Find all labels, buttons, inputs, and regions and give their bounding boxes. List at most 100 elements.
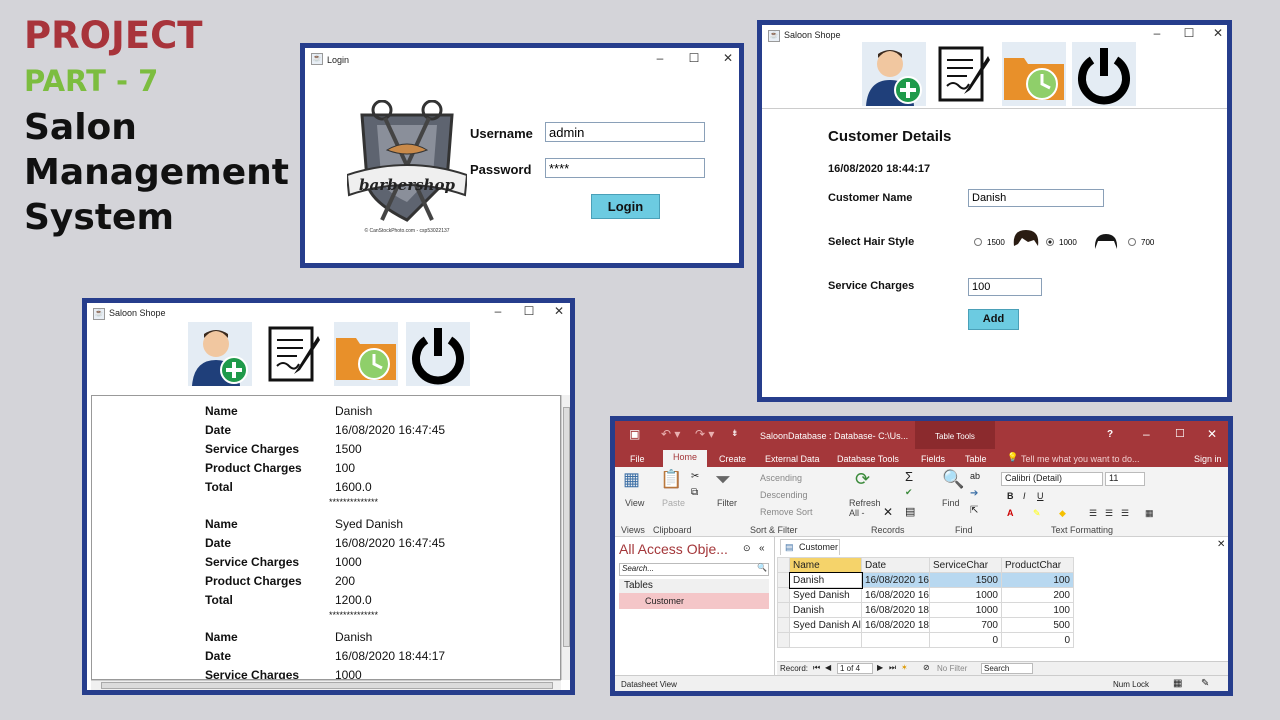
scroll-thumb[interactable]	[563, 407, 570, 647]
close-button[interactable]: ✕	[544, 304, 570, 318]
minimize-button[interactable]: –	[645, 51, 675, 65]
column-header[interactable]: Date	[861, 557, 930, 573]
tab-external-data[interactable]: External Data	[765, 454, 820, 464]
bold-button[interactable]: B	[1007, 491, 1014, 501]
filter-icon[interactable]: ⏷	[715, 469, 731, 492]
save-icon[interactable]: ▣	[629, 427, 640, 441]
tab-home[interactable]: Home	[663, 450, 707, 467]
gridlines-icon[interactable]: ▦	[1145, 508, 1154, 519]
radio-1000[interactable]	[1046, 238, 1054, 246]
next-record-button[interactable]: ▶	[877, 663, 883, 672]
table-cell[interactable]: 16/08/2020 18	[861, 617, 930, 633]
select-icon[interactable]: ⇱	[970, 505, 978, 516]
maximize-button[interactable]: ☐	[679, 51, 709, 65]
paste-button[interactable]: Paste	[662, 498, 685, 508]
minimize-button[interactable]: –	[1142, 26, 1172, 40]
find-button[interactable]: Find	[942, 498, 960, 508]
table-cell[interactable]: 1000	[929, 602, 1002, 618]
table-cell[interactable]: 1500	[929, 572, 1002, 588]
row-selector[interactable]	[777, 617, 790, 633]
goto-icon[interactable]: ➔	[970, 488, 978, 499]
table-cell[interactable]: 200	[1001, 587, 1074, 603]
row-selector[interactable]	[777, 602, 790, 618]
radio-700[interactable]	[1128, 238, 1136, 246]
maximize-button[interactable]: ☐	[1175, 427, 1185, 440]
fill-color-button[interactable]: ◆	[1059, 508, 1066, 519]
delete-icon[interactable]: ✕	[883, 505, 893, 519]
redo-icon[interactable]: ↷ ▾	[695, 427, 714, 441]
sign-in-link[interactable]: Sign in	[1194, 454, 1222, 464]
cut-icon[interactable]: ✂	[691, 471, 699, 482]
descending-button[interactable]: Descending	[760, 490, 808, 500]
table-row[interactable]: Danish 16/08/2020 18 1000 100	[777, 602, 1074, 618]
last-record-button[interactable]: ⏭	[889, 663, 896, 673]
table-cell[interactable]: 0	[929, 632, 1002, 648]
no-filter-label[interactable]: No Filter	[937, 664, 967, 673]
highlight-button[interactable]: ✎	[1033, 508, 1041, 519]
filter-button[interactable]: Filter	[717, 498, 737, 508]
paste-icon[interactable]: 📋	[660, 469, 682, 490]
table-cell[interactable]: Danish	[789, 602, 862, 618]
horizontal-scrollbar[interactable]	[91, 680, 561, 690]
nav-search[interactable]: Search...	[619, 563, 769, 576]
scroll-thumb[interactable]	[101, 682, 553, 689]
table-cell[interactable]: 0	[1001, 632, 1074, 648]
datasheet-view-icon[interactable]: ▦	[1173, 678, 1182, 689]
qat-icon[interactable]: ⇟	[731, 428, 739, 439]
column-header[interactable]: ProductChar	[1001, 557, 1074, 573]
new-record-button[interactable]: ✶	[901, 663, 908, 672]
table-row[interactable]: 00	[777, 632, 1074, 648]
remove-sort-button[interactable]: Remove Sort	[760, 507, 813, 517]
add-customer-icon[interactable]	[862, 42, 926, 106]
replace-icon[interactable]: ab	[970, 471, 980, 481]
underline-button[interactable]: U	[1037, 491, 1044, 501]
totals-icon[interactable]: Σ	[905, 469, 913, 484]
row-selector-header[interactable]	[777, 557, 790, 573]
undo-icon[interactable]: ↶ ▾	[661, 427, 680, 441]
table-row[interactable]: Syed Danish Al 16/08/2020 18 700 500	[777, 617, 1074, 633]
hairstyle-1-icon[interactable]	[1010, 228, 1042, 256]
hairstyle-2-icon[interactable]	[1092, 231, 1120, 255]
table-row[interactable]: Danish 16/08/2020 16 1500 100	[777, 571, 1074, 589]
power-icon[interactable]	[1072, 42, 1136, 106]
power-icon[interactable]	[406, 322, 470, 386]
column-header[interactable]: Name	[789, 557, 862, 573]
maximize-button[interactable]: ☐	[514, 304, 544, 318]
size-select[interactable]: 11	[1105, 472, 1145, 486]
customer-tab[interactable]: ▤ Customer	[780, 539, 840, 555]
tell-me-input[interactable]: Tell me what you want to do...	[1021, 454, 1140, 464]
table-cell[interactable]	[861, 632, 930, 648]
find-icon[interactable]: 🔍	[942, 469, 964, 490]
row-selector[interactable]	[777, 587, 790, 603]
table-cell[interactable]: 700	[929, 617, 1002, 633]
nav-menu-icon[interactable]: ⊙	[743, 543, 751, 554]
maximize-button[interactable]: ☐	[1174, 26, 1204, 40]
invoice-icon[interactable]	[262, 322, 326, 386]
view-button[interactable]: View	[625, 498, 644, 508]
tab-database-tools[interactable]: Database Tools	[837, 454, 899, 464]
help-button[interactable]: ?	[1107, 429, 1113, 440]
nav-collapse-icon[interactable]: «	[759, 543, 765, 554]
first-record-button[interactable]: ⏮	[813, 663, 820, 673]
vertical-scrollbar[interactable]	[561, 395, 570, 680]
table-cell[interactable]: 16/08/2020 16	[861, 572, 930, 588]
login-button[interactable]: Login	[591, 194, 660, 219]
spelling-icon[interactable]: ✔	[905, 487, 913, 498]
history-folder-icon[interactable]	[1002, 42, 1066, 106]
align-right-icon[interactable]: ☰	[1121, 508, 1129, 519]
tab-fields[interactable]: Fields	[921, 454, 945, 464]
tab-table[interactable]: Table	[965, 454, 987, 464]
tab-file[interactable]: File	[630, 454, 645, 464]
nav-item-customer[interactable]: Customer	[619, 593, 769, 609]
table-cell[interactable]: 500	[1001, 617, 1074, 633]
add-customer-icon[interactable]	[188, 322, 252, 386]
close-button[interactable]: ✕	[1207, 427, 1217, 441]
close-button[interactable]: ✕	[713, 51, 739, 65]
design-view-icon[interactable]: ✎	[1201, 678, 1209, 689]
radio-1500[interactable]	[974, 238, 982, 246]
table-cell[interactable]: 16/08/2020 18	[861, 602, 930, 618]
minimize-button[interactable]: –	[483, 304, 513, 318]
refresh-all-button[interactable]: Refresh All -	[849, 498, 881, 518]
minimize-button[interactable]: –	[1143, 427, 1150, 441]
tab-create[interactable]: Create	[719, 454, 746, 464]
